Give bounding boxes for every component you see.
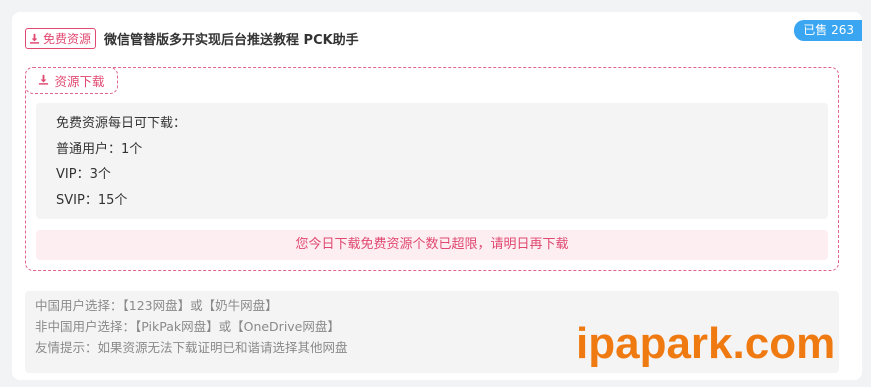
page-title: 微信管替版多开实现后台推送教程 PCK助手 bbox=[104, 32, 359, 48]
note-line: 中国用户选择：【123网盘】或【奶牛网盘】 bbox=[35, 298, 278, 313]
quota-line: SVIP：15个 bbox=[56, 192, 128, 208]
quota-line: 免费资源每日可下载： bbox=[56, 116, 187, 131]
download-icon bbox=[38, 73, 49, 88]
quota-line: 普通用户：1个 bbox=[56, 141, 143, 157]
free-resource-badge: 免费资源 bbox=[25, 27, 97, 49]
card-header: 免费资源 微信管替版多开实现后台推送教程 PCK助手 bbox=[25, 27, 359, 49]
download-section: 资源下载 免费资源每日可下载： 普通用户：1个 VIP：3个 SVIP：15个 … bbox=[25, 67, 839, 271]
download-quota-info: 免费资源每日可下载： 普通用户：1个 VIP：3个 SVIP：15个 bbox=[36, 103, 828, 219]
tab-resource-download-label: 资源下载 bbox=[54, 74, 105, 89]
tab-resource-download[interactable]: 资源下载 bbox=[25, 67, 118, 94]
free-resource-badge-label: 免费资源 bbox=[43, 31, 92, 46]
quota-line: VIP：3个 bbox=[56, 167, 111, 182]
sold-count-badge: 已售 263 bbox=[794, 20, 862, 41]
download-limit-message: 您今日下载免费资源个数已超限，请明日再下载 bbox=[36, 230, 828, 260]
download-icon bbox=[29, 33, 40, 44]
watermark: ipapark.com bbox=[576, 319, 836, 368]
